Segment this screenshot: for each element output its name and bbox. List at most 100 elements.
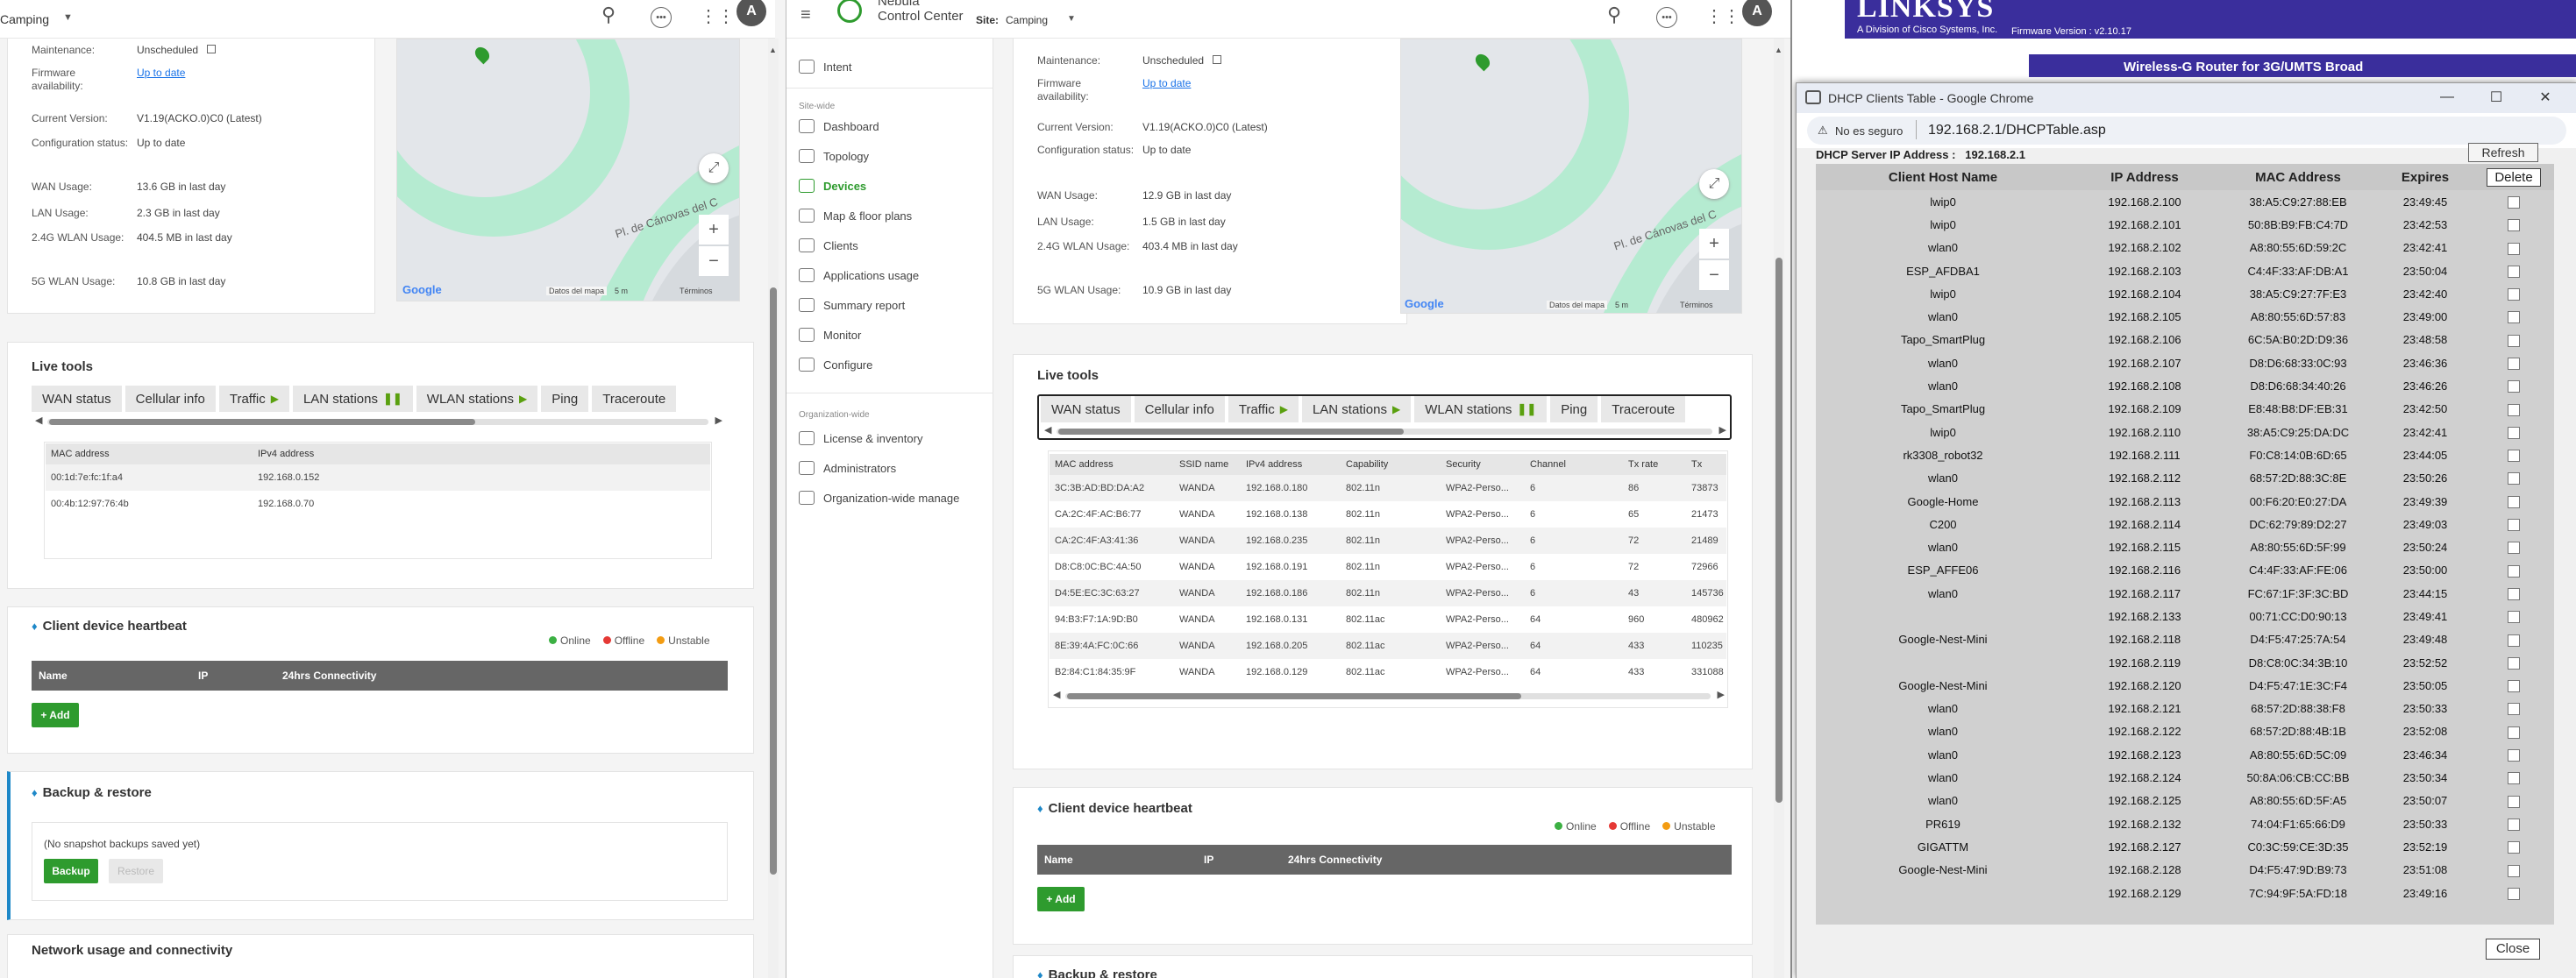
scroll-left-icon[interactable]: ◀ xyxy=(1044,424,1051,436)
url-text[interactable]: 192.168.2.1/DHCPTable.asp xyxy=(1928,123,2106,138)
row-checkbox[interactable] xyxy=(2508,611,2520,624)
play-icon[interactable]: ▶ xyxy=(519,393,527,405)
more-icon[interactable]: ••• xyxy=(1656,7,1677,28)
table-row[interactable]: D4:5E:EC:3C:63:27 WANDA 192.168.0.186 802.1… xyxy=(1050,580,1726,606)
play-icon[interactable]: ▶ xyxy=(271,393,279,405)
tab-traceroute[interactable]: Traceroute xyxy=(1601,396,1686,422)
tab-ping[interactable]: Ping xyxy=(1550,396,1598,422)
search-icon[interactable]: ⚲ xyxy=(601,4,616,26)
sidebar-item-dashboard[interactable]: Dashboard xyxy=(799,119,879,133)
tab-traceroute[interactable]: Traceroute xyxy=(592,386,677,412)
sidebar-item-organization-wide-manage[interactable]: Organization-wide manage xyxy=(799,491,959,505)
maximize-button[interactable]: ☐ xyxy=(2472,83,2521,111)
chevron-down-icon[interactable]: ▼ xyxy=(63,12,73,23)
row-checkbox[interactable] xyxy=(2508,841,2520,854)
checkbox-icon[interactable] xyxy=(207,45,216,53)
row-checkbox[interactable] xyxy=(2508,656,2520,670)
backup-button[interactable]: Backup xyxy=(44,859,98,883)
pause-icon[interactable]: ❚❚ xyxy=(383,392,402,406)
tab-lan-stations[interactable]: LAN stations ❚❚ xyxy=(292,386,413,412)
row-checkbox[interactable] xyxy=(2508,564,2520,578)
fullscreen-icon[interactable]: ⤢ xyxy=(1699,169,1729,199)
table-row[interactable]: CA:2C:4F:AC:B6:77 WANDA 192.168.0.138 802.1… xyxy=(1050,501,1726,528)
row-checkbox[interactable] xyxy=(2508,772,2520,785)
sidebar-item-administrators[interactable]: Administrators xyxy=(799,461,896,475)
left-vertical-scrollbar[interactable]: ▲ xyxy=(768,39,779,978)
map-attribution[interactable]: Datos del mapa xyxy=(1547,301,1608,309)
address-bar[interactable]: ⚠ No es seguro 192.168.2.1/DHCPTable.asp xyxy=(1807,117,2566,145)
table-row[interactable]: 00:4b:12:97:76:4b 192.168.0.70 xyxy=(46,491,710,517)
map[interactable]: Pl. de Cánovas del C ⤢ + − Google Datos … xyxy=(1400,39,1742,314)
scroll-right-icon[interactable]: ▶ xyxy=(715,415,722,426)
zoom-in-button[interactable]: + xyxy=(1699,229,1729,259)
row-checkbox[interactable] xyxy=(2508,818,2520,831)
restore-button[interactable]: Restore xyxy=(109,859,163,883)
row-checkbox[interactable] xyxy=(2508,634,2520,647)
table-row[interactable]: 00:1d:7e:fc:1f:a4 192.168.0.152 xyxy=(46,464,710,491)
checkbox-icon[interactable] xyxy=(1213,55,1221,64)
row-checkbox[interactable] xyxy=(2508,334,2520,347)
tabs-scrollbar[interactable]: ◀ ▶ xyxy=(32,415,724,427)
table-row[interactable]: 94:B3:F7:1A:9D:B0 WANDA 192.168.0.131 802.1… xyxy=(1050,606,1726,633)
tab-ping[interactable]: Ping xyxy=(541,386,589,412)
scroll-left-icon[interactable]: ◀ xyxy=(1053,689,1060,700)
not-secure-label[interactable]: No es seguro xyxy=(1835,124,1903,138)
zoom-out-button[interactable]: − xyxy=(699,246,729,276)
row-checkbox[interactable] xyxy=(2508,726,2520,739)
tab-lan-stations[interactable]: LAN stations ▶ xyxy=(1301,396,1412,422)
table-row[interactable]: D8:C8:0C:BC:4A:50 WANDA 192.168.0.191 802.1… xyxy=(1050,554,1726,580)
row-checkbox[interactable] xyxy=(2508,680,2520,693)
map-attribution[interactable]: Datos del mapa xyxy=(546,287,608,295)
avatar[interactable]: A xyxy=(1742,0,1772,26)
detail-value[interactable]: Up to date xyxy=(1142,77,1191,90)
sidebar-item-clients[interactable]: Clients xyxy=(799,238,858,252)
table-row[interactable]: B2:84:C1:84:35:9F WANDA 192.168.0.129 802.1… xyxy=(1050,659,1726,685)
fullscreen-icon[interactable]: ⤢ xyxy=(699,153,729,183)
row-checkbox[interactable] xyxy=(2508,519,2520,532)
row-checkbox[interactable] xyxy=(2508,472,2520,485)
tab-wan-status[interactable]: WAN status xyxy=(32,386,122,412)
zoom-out-button[interactable]: − xyxy=(1699,260,1729,290)
tab-cellular-info[interactable]: Cellular info xyxy=(125,386,216,412)
sidebar-item-applications-usage[interactable]: Applications usage xyxy=(799,268,919,282)
sidebar-item-map-floor-plans[interactable]: Map & floor plans xyxy=(799,209,912,223)
row-checkbox[interactable] xyxy=(2508,749,2520,762)
map-terms[interactable]: Términos xyxy=(680,287,713,295)
row-checkbox[interactable] xyxy=(2508,311,2520,324)
table-row[interactable]: 8E:39:4A:FC:0C:66 WANDA 192.168.0.205 802.1… xyxy=(1050,633,1726,659)
row-checkbox[interactable] xyxy=(2508,265,2520,278)
add-heartbeat-button[interactable]: + Add xyxy=(32,703,79,727)
zoom-in-button[interactable]: + xyxy=(699,215,729,244)
sidebar-item-license-inventory[interactable]: License & inventory xyxy=(799,431,922,445)
row-checkbox[interactable] xyxy=(2508,795,2520,808)
delete-button[interactable]: Delete xyxy=(2487,167,2541,187)
row-checkbox[interactable] xyxy=(2508,703,2520,716)
row-checkbox[interactable] xyxy=(2508,887,2520,900)
map[interactable]: Pl. de Cánovas del C ⤢ + − Google Datos … xyxy=(396,39,740,301)
close-button[interactable]: Close xyxy=(2486,939,2540,960)
close-window-button[interactable]: ✕ xyxy=(2521,83,2570,111)
sidebar-item-topology[interactable]: Topology xyxy=(799,149,869,163)
scroll-right-icon[interactable]: ▶ xyxy=(1719,424,1726,436)
row-checkbox[interactable] xyxy=(2508,242,2520,255)
table-row[interactable]: CA:2C:4F:A3:41:36 WANDA 192.168.0.235 802.1… xyxy=(1050,528,1726,554)
tab-traffic[interactable]: Traffic ▶ xyxy=(1228,396,1299,422)
row-checkbox[interactable] xyxy=(2508,380,2520,393)
sidebar-item-summary-report[interactable]: Summary report xyxy=(799,298,905,312)
tab-cellular-info[interactable]: Cellular info xyxy=(1134,396,1225,422)
map-terms[interactable]: Términos xyxy=(1680,301,1713,309)
minimize-button[interactable]: — xyxy=(2423,83,2472,111)
row-checkbox[interactable] xyxy=(2508,450,2520,463)
search-icon[interactable]: ⚲ xyxy=(1607,4,1621,26)
warning-icon[interactable]: ⚠ xyxy=(1818,124,1828,138)
row-checkbox[interactable] xyxy=(2508,495,2520,508)
detail-value[interactable]: Up to date xyxy=(137,67,185,80)
scroll-left-icon[interactable]: ◀ xyxy=(35,415,42,426)
row-checkbox[interactable] xyxy=(2508,587,2520,600)
row-checkbox[interactable] xyxy=(2508,219,2520,232)
row-checkbox[interactable] xyxy=(2508,426,2520,439)
site-selector[interactable]: Camping xyxy=(1006,14,1048,26)
sidebar-item-intent[interactable]: Intent xyxy=(799,60,852,74)
more-icon[interactable]: ••• xyxy=(651,7,672,28)
sidebar-item-devices[interactable]: Devices xyxy=(799,179,866,193)
